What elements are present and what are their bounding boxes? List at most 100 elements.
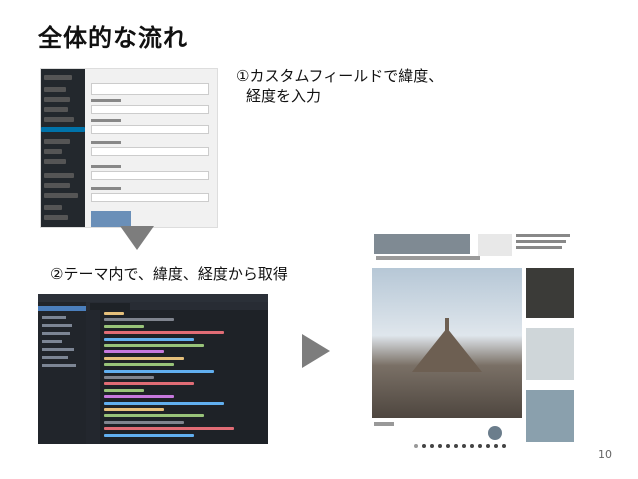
text-line <box>516 246 562 249</box>
code-editor-screenshot <box>38 294 268 444</box>
wp-menu-item <box>44 149 62 154</box>
wp-field-label <box>91 99 121 102</box>
side-photo[interactable] <box>526 268 574 318</box>
top-thumbnail-photo <box>374 234 470 254</box>
wp-menu-item <box>44 75 72 80</box>
code-line <box>104 337 194 341</box>
wp-menu-item <box>44 173 74 178</box>
wp-edit-area <box>85 69 217 227</box>
wp-post-title-field <box>91 83 209 95</box>
tree-row <box>42 364 76 367</box>
right-arrow-icon <box>302 334 330 368</box>
tree-row <box>42 332 70 335</box>
wp-menu-item <box>44 107 68 112</box>
code-line <box>104 427 234 431</box>
castle-silhouette <box>412 328 482 372</box>
code-line <box>104 395 174 399</box>
wp-menu-item-active <box>41 127 85 132</box>
top-thumbnail-placeholder <box>478 234 512 256</box>
carousel-dot[interactable] <box>486 444 490 448</box>
carousel-dot[interactable] <box>446 444 450 448</box>
code-line <box>104 356 184 360</box>
wp-latitude-field <box>91 147 209 156</box>
editor-menu-bar <box>38 294 268 302</box>
code-line <box>104 331 224 335</box>
tree-row <box>42 324 72 327</box>
main-photo-mont-saint-michel[interactable] <box>372 268 522 418</box>
carousel-dot[interactable] <box>430 444 434 448</box>
code-line <box>104 420 184 424</box>
side-photo[interactable] <box>526 328 574 380</box>
tree-row <box>42 340 62 343</box>
hashtag-text <box>374 422 394 426</box>
code-line <box>104 433 194 437</box>
code-line <box>104 376 154 379</box>
slide-title: 全体的な流れ <box>38 24 188 52</box>
carousel-dot[interactable] <box>454 444 458 448</box>
code-line <box>104 324 144 328</box>
carousel-dot[interactable] <box>422 444 426 448</box>
wp-menu-item <box>44 183 70 188</box>
wp-menu-item <box>44 97 70 102</box>
avatar[interactable] <box>488 426 502 440</box>
castle-spire <box>445 318 449 332</box>
side-text-block <box>516 234 572 256</box>
wp-menu-item <box>44 139 70 144</box>
code-line <box>104 388 144 392</box>
wp-menu-item <box>44 205 62 210</box>
wp-custom-field <box>91 125 209 134</box>
wp-admin-sidebar <box>41 69 85 227</box>
editor-line-gutter <box>86 310 100 444</box>
wp-menu-item <box>44 193 78 198</box>
page-number: 10 <box>598 448 612 461</box>
step-1-caption-line-2: 経度を入力 <box>246 87 322 105</box>
code-line <box>104 382 194 386</box>
wp-custom-field <box>91 105 209 114</box>
carousel-dot[interactable] <box>494 444 498 448</box>
code-line <box>104 344 204 347</box>
code-line <box>104 312 124 315</box>
wp-menu-item <box>44 117 74 122</box>
wp-menu-item <box>44 87 66 92</box>
tree-row <box>42 316 66 319</box>
tree-row-selected <box>38 306 86 311</box>
carousel-dot[interactable] <box>470 444 474 448</box>
wp-menu-item <box>44 215 68 220</box>
tree-row <box>42 348 74 351</box>
site-result-screenshot <box>370 232 574 454</box>
code-line <box>104 408 164 411</box>
step-2-caption: ②テーマ内で、緯度、経度から取得 <box>50 265 288 283</box>
step-1-caption-line-1: ①カスタムフィールドで緯度、 <box>236 67 444 85</box>
editor-file-tree <box>38 302 86 444</box>
carousel-dot[interactable] <box>438 444 442 448</box>
carousel-dot[interactable] <box>462 444 466 448</box>
step-1-caption: ①カスタムフィールドで緯度、 経度を入力 <box>236 66 496 106</box>
wp-field-label <box>91 141 121 144</box>
wp-map-thumbnail <box>91 211 131 227</box>
wp-menu-item <box>44 159 66 164</box>
editor-active-tab <box>90 303 130 310</box>
code-line <box>104 401 224 405</box>
photo-credit <box>376 256 480 260</box>
code-line <box>104 414 204 418</box>
down-arrow-icon <box>120 226 154 250</box>
text-line <box>516 234 570 237</box>
wordpress-admin-screenshot <box>40 68 218 228</box>
carousel-dot[interactable] <box>414 444 418 448</box>
code-line <box>104 350 164 354</box>
wp-custom-field <box>91 193 209 202</box>
wp-longitude-field <box>91 171 209 180</box>
carousel-dot[interactable] <box>502 444 506 448</box>
carousel-dots[interactable] <box>414 444 524 450</box>
code-line <box>104 363 174 367</box>
wp-field-label <box>91 119 121 122</box>
wp-field-label <box>91 165 121 168</box>
editor-code <box>104 312 264 442</box>
text-line <box>516 240 566 243</box>
code-line <box>104 369 214 373</box>
side-photo[interactable] <box>526 390 574 442</box>
carousel-dot[interactable] <box>478 444 482 448</box>
tree-row <box>42 356 68 359</box>
code-line <box>104 318 174 322</box>
wp-field-label <box>91 187 121 190</box>
